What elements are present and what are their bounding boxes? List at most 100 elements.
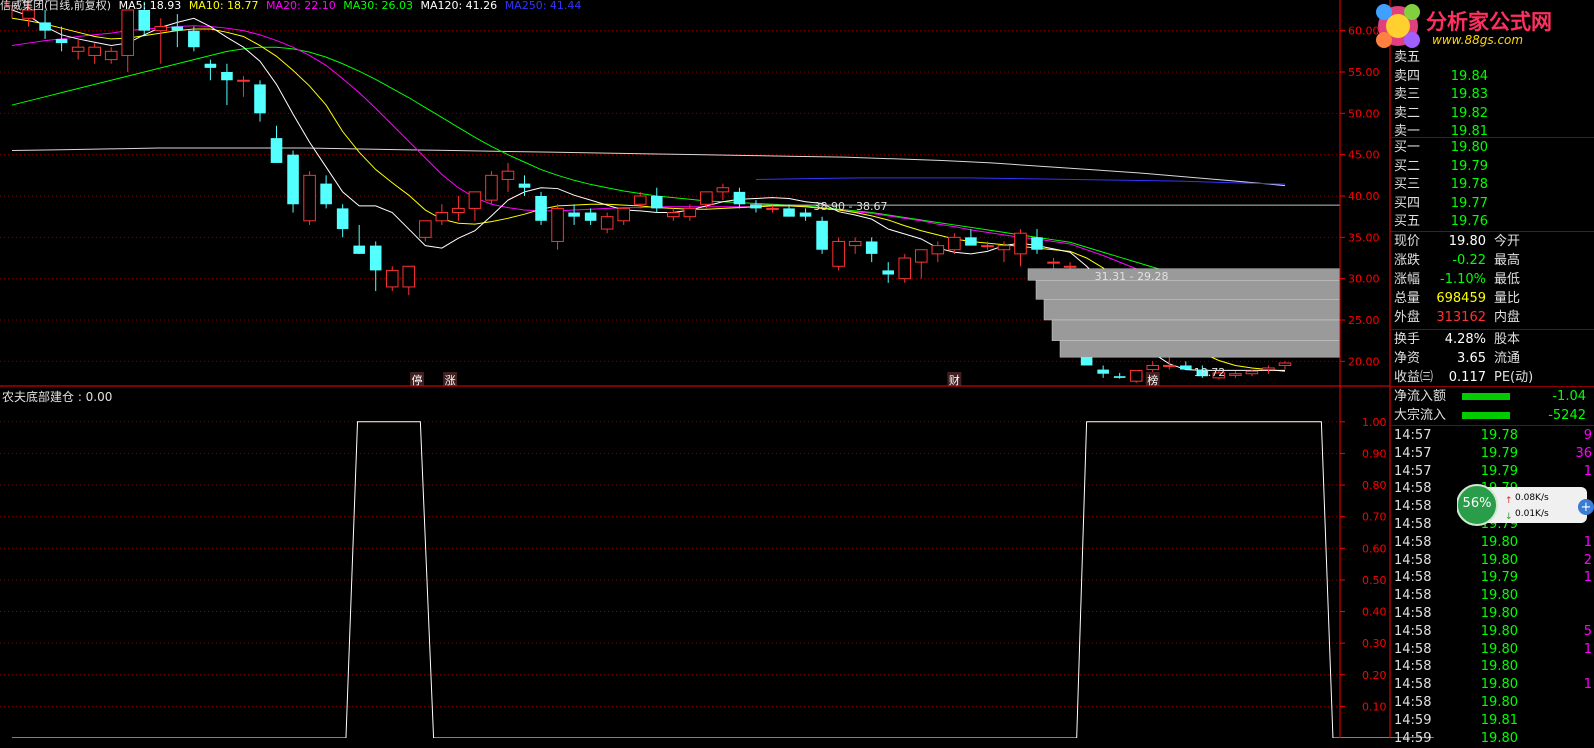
- ma-item: MA30: 26.03: [343, 0, 413, 12]
- candle-body: [320, 183, 332, 205]
- svg-text:↑: ↑: [1505, 496, 1513, 506]
- row-value: 19.77: [1450, 195, 1488, 211]
- tick-row: 14:58 19.80: [1390, 658, 1594, 676]
- upload-speed: 0.08K/s: [1515, 493, 1549, 503]
- tick-volume: 1: [1583, 534, 1592, 550]
- candle-body: [121, 9, 135, 56]
- svg-text:↓: ↓: [1505, 512, 1513, 522]
- candle-body: [452, 207, 465, 214]
- candle-body: [270, 138, 283, 163]
- event-marker: 停: [412, 373, 423, 387]
- tick-time: 14:58: [1394, 677, 1432, 693]
- flow-value: -5242: [1548, 408, 1586, 423]
- stat-row: 外盘 313162 内盘: [1390, 309, 1594, 327]
- candle-body: [551, 207, 564, 242]
- tick-time: 14:58: [1394, 517, 1432, 532]
- stat-row: 现价 19.80 今开: [1390, 233, 1594, 251]
- tick-time: 14:58: [1394, 659, 1432, 675]
- bid-row: 买二 19.79: [1390, 158, 1594, 176]
- candle-body: [700, 191, 713, 205]
- indicator-tick-label: 0.40: [1362, 606, 1387, 619]
- candle-body: [303, 174, 316, 222]
- tick-time: 14:57: [1394, 445, 1432, 461]
- candle-body: [848, 240, 862, 247]
- network-speed-widget[interactable]: + ↑ ↓ 56% 0.08K/s 0.01K/s: [1456, 481, 1594, 533]
- row-label-2: 最低: [1494, 272, 1521, 287]
- candle-body: [1146, 364, 1160, 371]
- event-marker: 财: [949, 373, 960, 387]
- candle-body: [766, 207, 779, 210]
- tick-time: 14:57: [1394, 463, 1432, 479]
- price-annotation: 31.31 - 29.28: [1095, 270, 1169, 283]
- tick-price: 19.80: [1480, 552, 1518, 568]
- row-label-2: 股本: [1494, 332, 1521, 347]
- tick-volume: 9: [1583, 428, 1592, 443]
- candle-body: [816, 220, 828, 250]
- candle-body: [783, 208, 795, 217]
- stat-row: 涨跌 -0.22 最高: [1390, 252, 1594, 270]
- indicator-tick-label: 0.80: [1362, 479, 1387, 492]
- ask-row: 卖五: [1390, 49, 1594, 67]
- indicator-tick-label: 0.90: [1362, 447, 1387, 460]
- row-value: 3.65: [1457, 351, 1486, 366]
- tick-row: 14:58 19.80 1: [1390, 534, 1594, 552]
- row-value: 19.82: [1450, 105, 1488, 121]
- tick-price: 19.80: [1480, 659, 1518, 675]
- candle-body: [1063, 265, 1077, 268]
- tick-time: 14:58: [1394, 534, 1432, 550]
- tick-price: 19.81: [1480, 712, 1518, 728]
- price-annotation: 38.90 - 38.67: [814, 200, 888, 213]
- candle-body: [88, 46, 101, 56]
- candle-body: [1014, 232, 1027, 255]
- row-value: 313162: [1436, 310, 1486, 325]
- candle-body: [1113, 376, 1126, 378]
- flow-label: 大宗流入: [1394, 408, 1447, 423]
- candle-body: [600, 216, 614, 230]
- tick-time: 14:58: [1394, 499, 1432, 515]
- candle-body: [468, 191, 482, 209]
- tick-price: 19.80: [1480, 606, 1518, 621]
- candle-body: [501, 170, 515, 180]
- candle-body: [39, 22, 51, 31]
- row-label-2: 量比: [1494, 291, 1521, 306]
- candle-body: [799, 212, 812, 217]
- candle-body: [336, 208, 349, 230]
- candle-body: [617, 207, 630, 222]
- download-speed: 0.01K/s: [1515, 509, 1549, 519]
- tick-row: 14:58 19.80 5: [1390, 623, 1594, 641]
- row-value: 19.80: [1450, 140, 1488, 155]
- indicator-tick-label: 0.60: [1362, 542, 1387, 555]
- tick-row: 14:58 19.80: [1390, 587, 1594, 605]
- tick-price: 19.78: [1480, 428, 1518, 443]
- candle-body: [485, 174, 498, 201]
- candle-body: [1129, 369, 1143, 382]
- candle-body: [981, 245, 994, 248]
- candle-body: [898, 257, 912, 280]
- row-value: 0.117: [1448, 370, 1486, 385]
- tick-row: 14:57 19.79 1: [1390, 463, 1594, 481]
- ma-item: MA10: 18.77: [188, 0, 259, 12]
- tick-time: 14:59: [1394, 712, 1432, 728]
- candle-body: [1047, 261, 1060, 264]
- candle-body: [385, 269, 399, 288]
- candle-body: [138, 10, 151, 31]
- tick-row: 14:59 19.80: [1390, 730, 1594, 748]
- indicator-tick-label: 0.70: [1362, 511, 1387, 524]
- ma-item: MA120: 41.26: [420, 0, 498, 12]
- price-tick-label: 30.00: [1348, 273, 1380, 286]
- candle-body: [633, 195, 647, 205]
- candle-body: [733, 191, 746, 205]
- stat-row: 净资 3.65 流通: [1390, 350, 1594, 368]
- candle-body: [832, 240, 845, 267]
- candle-body: [518, 183, 531, 188]
- tick-row: 14:58 19.80 1: [1390, 676, 1594, 694]
- tick-time: 14:58: [1394, 588, 1432, 604]
- candle-body: [204, 63, 217, 68]
- price-tick-label: 45.00: [1348, 149, 1380, 162]
- candle-body: [104, 50, 118, 61]
- price-tick-label: 40.00: [1348, 190, 1380, 203]
- stat-row: 换手 4.28% 股本: [1390, 331, 1594, 349]
- candle-body: [237, 79, 250, 82]
- ask-row: 卖四 19.84: [1390, 68, 1594, 86]
- bid-row: 买五 19.76: [1390, 213, 1594, 231]
